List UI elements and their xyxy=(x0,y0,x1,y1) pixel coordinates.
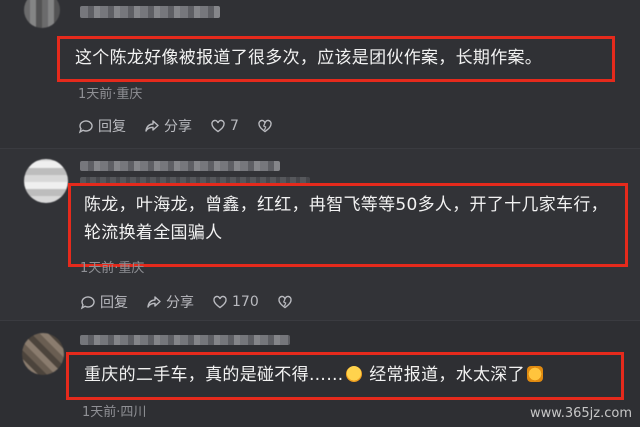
comment-text: 这个陈龙好像被报道了很多次，应该是团伙作案，长期作案。 xyxy=(75,48,543,68)
share-icon xyxy=(144,118,160,134)
like-icon xyxy=(210,118,226,134)
like-count: 170 xyxy=(232,294,259,310)
comment-actions: 回复 分享 170 xyxy=(80,292,315,312)
comment-actions: 回复 分享 7 xyxy=(78,116,295,136)
reply-button[interactable]: 回复 xyxy=(78,116,126,136)
comment-meta: 1天前·重庆 xyxy=(78,87,143,102)
comment-text-part-2: 经常报道，水太深了 xyxy=(363,365,525,385)
reply-label: 回复 xyxy=(100,295,128,311)
comment-meta: 1天前·重庆 xyxy=(80,261,145,276)
reply-button[interactable]: 回复 xyxy=(80,292,128,312)
comment-text: 陈龙，叶海龙，曾鑫，红红，冉智飞等等50多人，开了十几家车行，轮流换着全国骗人 xyxy=(84,195,608,243)
share-button[interactable]: 分享 xyxy=(144,116,192,136)
dislike-button[interactable] xyxy=(257,118,277,134)
like-button[interactable]: 7 xyxy=(210,118,239,134)
comment-text-part-1: 重庆的二手车，真的是碰不得…… xyxy=(84,365,344,385)
share-button[interactable]: 分享 xyxy=(146,292,194,312)
comment-feed: 这个陈龙好像被报道了很多次，应该是团伙作案，长期作案。 1天前·重庆 回复 分享… xyxy=(0,0,640,427)
laugh-emoji-icon xyxy=(345,366,362,382)
like-button[interactable]: 170 xyxy=(212,294,259,310)
like-icon xyxy=(212,294,228,310)
avatar[interactable] xyxy=(22,333,64,375)
comment-item: 陈龙，叶海龙，曾鑫，红红，冉智飞等等50多人，开了十几家车行，轮流换着全国骗人 … xyxy=(0,148,640,321)
share-label: 分享 xyxy=(166,295,194,311)
avatar[interactable] xyxy=(24,159,68,203)
reply-label: 回复 xyxy=(98,119,126,135)
share-label: 分享 xyxy=(164,119,192,135)
like-count: 7 xyxy=(230,118,239,134)
share-icon xyxy=(146,294,162,310)
username-blurred[interactable] xyxy=(80,161,280,171)
thumbs-up-emoji-icon xyxy=(526,366,543,382)
username-blurred[interactable] xyxy=(80,335,290,345)
avatar[interactable] xyxy=(24,0,60,28)
watermark: www.365jz.com xyxy=(530,406,632,421)
reply-icon xyxy=(78,118,94,134)
comment-item: 这个陈龙好像被报道了很多次，应该是团伙作案，长期作案。 1天前·重庆 回复 分享… xyxy=(0,0,640,148)
dislike-icon xyxy=(277,294,293,310)
dislike-icon xyxy=(257,118,273,134)
comment-text: 重庆的二手车，真的是碰不得…… 经常报道，水太深了 xyxy=(84,361,545,389)
username-blurred[interactable] xyxy=(80,6,220,18)
comment-meta: 1天前·四川 xyxy=(82,405,147,420)
dislike-button[interactable] xyxy=(277,294,297,310)
reply-icon xyxy=(80,294,96,310)
